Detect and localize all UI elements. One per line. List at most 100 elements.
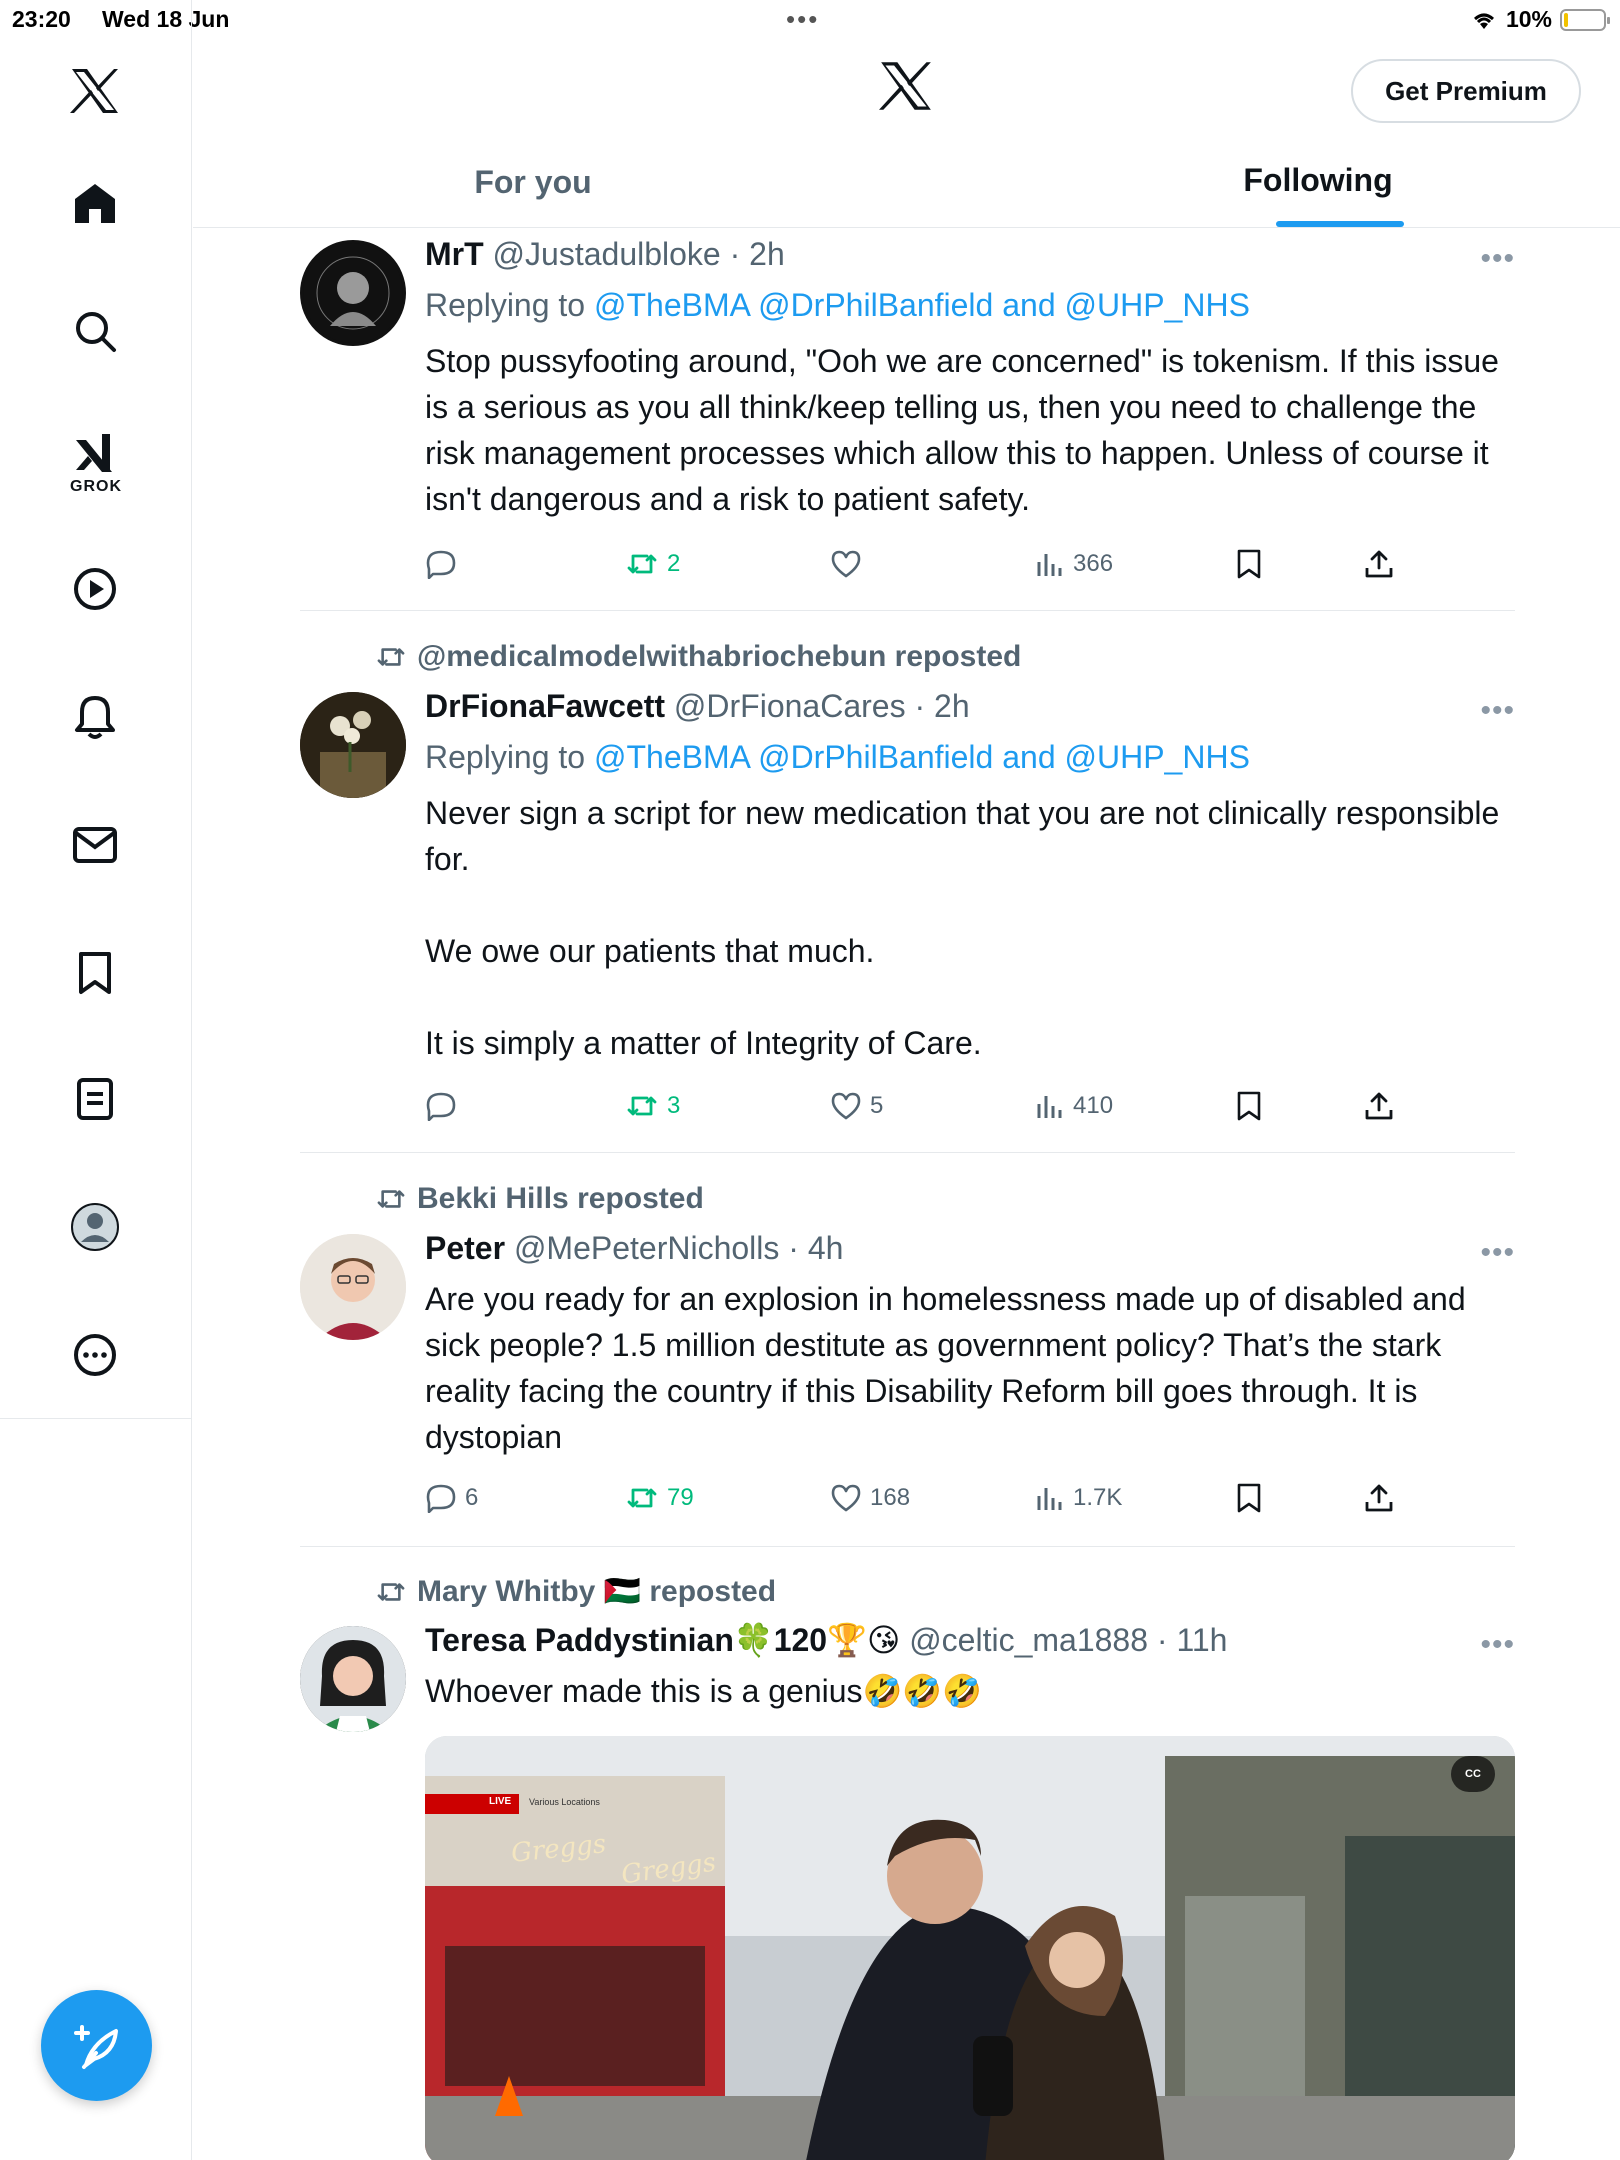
tweet-actions: 6 79 168 1.7K <box>425 1476 1425 1520</box>
more-options-icon[interactable]: ••• <box>1480 1628 1515 1662</box>
repost-icon <box>627 554 657 574</box>
more-options-icon[interactable]: ••• <box>1480 242 1515 276</box>
timeline-header: Get Premium For you Following <box>193 38 1620 228</box>
tweet-time: · 2h <box>729 236 785 272</box>
like-button[interactable]: 168 <box>830 1476 910 1520</box>
bookmark-button[interactable] <box>1235 542 1263 586</box>
tweet[interactable]: @medicalmodelwithabriochebun reposted Dr… <box>300 640 1515 1160</box>
reply-button[interactable]: 6 <box>425 1476 478 1520</box>
multitask-dots-icon[interactable]: ••• <box>786 4 819 35</box>
reply-icon <box>426 1484 456 1513</box>
like-button[interactable] <box>830 542 870 586</box>
repost-icon <box>377 648 405 666</box>
like-button[interactable]: 5 <box>830 1084 883 1128</box>
repost-icon <box>627 1488 657 1508</box>
tweet[interactable]: Bekki Hills reposted Peter @MePeterNicho… <box>300 1182 1515 1552</box>
author-name[interactable]: Teresa Paddystinian🍀120🏆😘 <box>425 1622 900 1658</box>
home-icon[interactable] <box>66 174 124 232</box>
reply-mentions-link[interactable]: @TheBMA @DrPhilBanfield <box>594 287 993 323</box>
more-options-icon[interactable]: ••• <box>1480 694 1515 728</box>
share-button[interactable] <box>1363 1084 1395 1128</box>
lists-icon[interactable] <box>66 1070 124 1128</box>
bookmark-icon <box>1237 1091 1261 1121</box>
sidebar: GROK <box>0 0 192 2160</box>
avatar[interactable] <box>300 1234 406 1340</box>
author-name[interactable]: DrFionaFawcett <box>425 688 665 724</box>
reply-mentions-link[interactable]: @TheBMA @DrPhilBanfield <box>594 739 993 775</box>
author-name[interactable]: MrT <box>425 236 484 272</box>
x-logo-icon <box>879 60 933 117</box>
tweet[interactable]: MrT @Justadulbloke · 2h Replying to @The… <box>300 232 1515 612</box>
heart-icon <box>831 550 861 578</box>
tweet-time: · 11h <box>1156 1622 1228 1658</box>
closed-captions-button[interactable]: CC <box>1451 1756 1495 1792</box>
avatar[interactable] <box>300 240 406 346</box>
reply-and[interactable]: and <box>993 739 1064 775</box>
avatar[interactable] <box>300 692 406 798</box>
tweet-header: DrFionaFawcett @DrFionaCares · 2h <box>425 684 1515 728</box>
location-caption: Various Locations <box>529 1797 600 1807</box>
reply-button[interactable] <box>425 1084 465 1128</box>
reposted-by-text[interactable]: Mary Whitby 🇵🇸 reposted <box>417 1574 776 1609</box>
author-handle[interactable]: @celtic_ma1888 <box>909 1622 1148 1658</box>
reply-count: 6 <box>465 1484 479 1511</box>
profile-icon[interactable] <box>66 1198 124 1256</box>
author-handle[interactable]: @DrFionaCares <box>674 688 906 724</box>
reply-mention-link[interactable]: @UHP_NHS <box>1065 287 1250 323</box>
video-icon[interactable] <box>66 560 124 618</box>
reply-and[interactable]: and <box>993 287 1064 323</box>
messages-icon[interactable] <box>66 816 124 874</box>
views-button[interactable]: 410 <box>1035 1084 1113 1128</box>
repost-icon <box>627 1096 657 1116</box>
author-handle[interactable]: @MePeterNicholls <box>514 1230 779 1266</box>
replying-prefix: Replying to <box>425 739 594 775</box>
x-logo-icon[interactable] <box>66 62 124 120</box>
more-options-icon[interactable]: ••• <box>1480 1236 1515 1270</box>
share-button[interactable] <box>1363 542 1395 586</box>
compose-post-button[interactable] <box>41 1990 152 2101</box>
bookmark-button[interactable] <box>1235 1476 1263 1520</box>
tweet[interactable]: Mary Whitby 🇵🇸 reposted Teresa Paddystin… <box>300 1574 1515 2160</box>
video-player[interactable]: LIVE Various Locations Greggs Greggs CC <box>425 1736 1515 2160</box>
reposted-by-text[interactable]: Bekki Hills reposted <box>417 1182 704 1216</box>
bookmark-icon <box>1237 1483 1261 1513</box>
reply-button[interactable] <box>425 542 465 586</box>
repost-icon <box>377 1190 405 1208</box>
tab-following[interactable]: Following <box>1153 140 1483 227</box>
views-button[interactable]: 366 <box>1035 542 1113 586</box>
reposted-by-text[interactable]: @medicalmodelwithabriochebun reposted <box>417 640 1021 674</box>
author-handle[interactable]: @Justadulbloke <box>493 236 721 272</box>
search-icon[interactable] <box>66 302 124 360</box>
views-button[interactable]: 1.7K <box>1035 1476 1122 1520</box>
tweet-text: Whoever made this is a genius🤣🤣🤣 <box>425 1673 983 1709</box>
battery-percent: 10% <box>1505 6 1552 32</box>
share-button[interactable] <box>1363 1476 1395 1520</box>
bookmarks-icon[interactable] <box>66 944 124 1002</box>
repost-button[interactable]: 3 <box>625 1084 680 1128</box>
get-premium-button[interactable]: Get Premium <box>1351 59 1581 123</box>
tweet-text: Are you ready for an explosion in homele… <box>425 1281 1466 1455</box>
tweet-divider <box>300 610 1515 611</box>
author-name[interactable]: Peter <box>425 1230 505 1266</box>
grok-icon[interactable] <box>66 424 124 482</box>
tweet-text: Stop pussyfooting around, "Ooh we are co… <box>425 343 1499 517</box>
views-icon <box>1037 1488 1062 1510</box>
replying-prefix: Replying to <box>425 287 594 323</box>
notifications-icon[interactable] <box>66 688 124 746</box>
active-tab-indicator <box>1276 221 1404 227</box>
view-count: 410 <box>1073 1092 1114 1119</box>
repost-count: 2 <box>667 550 681 577</box>
tab-for-you[interactable]: For you <box>383 140 683 226</box>
heart-icon <box>831 1484 861 1512</box>
bookmark-button[interactable] <box>1235 1084 1263 1128</box>
bookmark-icon <box>1237 549 1261 579</box>
reply-mention-link[interactable]: @UHP_NHS <box>1065 739 1250 775</box>
repost-button[interactable]: 79 <box>625 1476 694 1520</box>
reply-icon <box>426 1092 456 1121</box>
view-count: 1.7K <box>1073 1484 1123 1511</box>
avatar[interactable] <box>300 1626 406 1732</box>
repost-button[interactable]: 2 <box>625 542 680 586</box>
grok-label: GROK <box>70 478 122 495</box>
more-icon[interactable] <box>66 1326 124 1384</box>
sidebar-divider <box>0 1418 192 1419</box>
